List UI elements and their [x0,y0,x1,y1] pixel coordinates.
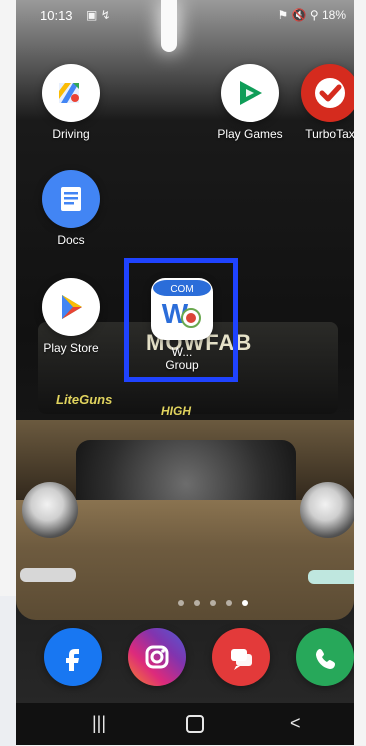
recents-button[interactable]: ||| [92,713,106,734]
app-play-games[interactable]: Play Games [212,64,288,141]
message-icon [231,649,252,670]
app-turbotax[interactable]: TurboTax [292,64,354,141]
home-button[interactable] [186,715,204,733]
status-left-icons: ▣ ↯ [86,8,111,22]
facebook-app-button[interactable] [44,628,102,686]
play-games-icon-svg [240,81,262,105]
docs-icon-svg [61,187,81,211]
status-right: ⚑ 🔇 ⚲ 18% [277,8,346,22]
turbotax-icon [301,64,354,122]
page-dot-3 [210,600,216,606]
back-button[interactable]: < [290,713,301,734]
app-play-store[interactable]: Play Store [33,278,109,355]
app-label-play-store: Play Store [43,341,99,355]
app-driving[interactable]: Driving [33,64,109,141]
app-label-driving: Driving [52,127,90,141]
android-nav-bar: ||| < [16,703,354,745]
phone-icon [316,649,335,669]
dock [16,628,354,702]
selection-highlight-box [124,258,238,382]
docs-icon [42,170,100,228]
play-store-icon [42,278,100,336]
bottom-left-panel [0,596,16,746]
facebook-icon [66,649,79,671]
play-store-icon-svg [62,295,82,319]
phone-app-button[interactable] [296,628,354,686]
page-dot-4 [226,600,232,606]
wallpaper-plate-left [20,568,76,582]
page-dot-2 [194,600,200,606]
wallpaper-headlight-right [300,482,354,538]
status-time: 10:13 [40,8,73,23]
page-dot-1 [178,600,184,606]
right-background-strip [354,0,366,745]
instagram-app-button[interactable] [128,628,186,686]
maps-driving-icon [42,64,100,122]
app-label-turbotax: TurboTax [305,127,354,141]
app-docs[interactable]: Docs [33,170,109,247]
phone-screen: MOWFAB LiteGuns HIGH 10:13 ▣ ↯ ⚑ 🔇 ⚲ 18%… [16,0,354,745]
wallpaper-banner-script-right: HIGH [161,404,191,418]
play-games-icon [221,64,279,122]
app-label-play-games: Play Games [217,127,283,141]
status-bar: 10:13 ▣ ↯ ⚑ 🔇 ⚲ 18% [16,0,354,32]
messages-app-button[interactable] [212,628,270,686]
app-label-docs: Docs [57,233,85,247]
wallpaper-plate-right [308,570,354,584]
instagram-icon [145,645,169,669]
maps-driving-icon-svg [55,77,87,109]
turbotax-icon-svg [315,78,345,108]
page-dot-5-active [242,600,248,606]
wallpaper-headlight-left [22,482,78,538]
page-indicator [178,600,248,606]
wallpaper-banner-script-left: LiteGuns [56,392,113,407]
